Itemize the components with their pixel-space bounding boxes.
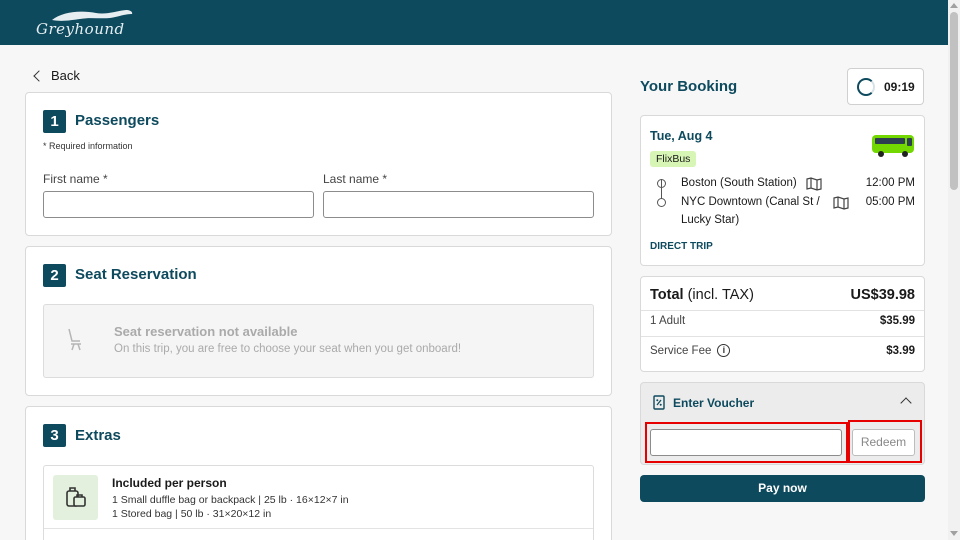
step-number-1: 1 bbox=[43, 110, 66, 133]
departure-time: 12:00 PM bbox=[865, 177, 915, 189]
map-icon[interactable] bbox=[806, 177, 822, 191]
divider bbox=[641, 336, 924, 337]
greyhound-logo[interactable]: Greyhound bbox=[34, 8, 144, 38]
passengers-title: Passengers bbox=[75, 112, 160, 129]
included-luggage: Included per person 1 Small duffle bag o… bbox=[43, 465, 594, 540]
extras-title: Extras bbox=[75, 427, 121, 444]
back-link[interactable]: Back bbox=[32, 68, 80, 83]
voucher-icon bbox=[653, 395, 665, 410]
scroll-down-arrow-icon[interactable] bbox=[950, 531, 958, 536]
included-item: 1 Small duffle bag or backpack | 25 lb ·… bbox=[112, 494, 349, 506]
highlight-box-input bbox=[645, 422, 848, 463]
back-label: Back bbox=[51, 68, 80, 83]
top-header: Greyhound bbox=[0, 0, 948, 45]
included-item: 1 Stored bag | 50 lb · 31×20×12 in bbox=[112, 508, 272, 520]
your-booking-title: Your Booking bbox=[640, 78, 738, 95]
required-note: * Required information bbox=[43, 141, 133, 151]
seat-icon bbox=[68, 328, 81, 351]
total-row: Total (incl. TAX) US$39.98 bbox=[650, 287, 915, 303]
destination-dot-icon bbox=[657, 198, 666, 207]
carrier-badge: FlixBus bbox=[650, 151, 697, 167]
origin-stop: Boston (South Station) bbox=[681, 177, 797, 189]
service-fee-label-group: Service Fee i bbox=[650, 344, 731, 357]
first-name-label: First name * bbox=[43, 172, 108, 186]
voucher-header[interactable]: Enter Voucher bbox=[653, 395, 754, 410]
divider bbox=[44, 528, 593, 529]
highlight-box-redeem bbox=[848, 420, 922, 463]
timer-ring-icon bbox=[857, 78, 875, 96]
scrollbar-thumb[interactable] bbox=[950, 12, 958, 190]
info-icon[interactable]: i bbox=[717, 344, 731, 357]
trip-type-label: DIRECT TRIP bbox=[650, 241, 713, 252]
total-label-suffix: (incl. TAX) bbox=[683, 287, 754, 303]
session-timer: 09:19 bbox=[847, 68, 924, 105]
last-name-label: Last name * bbox=[323, 172, 388, 186]
seat-unavailable-notice: Seat reservation not available On this t… bbox=[43, 304, 594, 378]
trip-date: Tue, Aug 4 bbox=[650, 129, 713, 143]
adult-fare-label: 1 Adult bbox=[650, 315, 686, 327]
seat-reservation-title: Seat Reservation bbox=[75, 266, 197, 283]
page-scrollbar[interactable] bbox=[948, 0, 960, 540]
total-label: Total (incl. TAX) bbox=[650, 287, 754, 303]
service-fee-amount: $3.99 bbox=[886, 344, 915, 357]
adult-fare-row: 1 Adult $35.99 bbox=[650, 315, 915, 327]
scroll-up-arrow-icon[interactable] bbox=[950, 3, 958, 8]
pay-now-button[interactable]: Pay now bbox=[640, 475, 925, 502]
timer-value: 09:19 bbox=[884, 80, 915, 94]
included-title: Included per person bbox=[112, 476, 227, 490]
bus-icon bbox=[872, 135, 914, 157]
service-fee-row: Service Fee i $3.99 bbox=[650, 344, 915, 357]
voucher-label: Enter Voucher bbox=[673, 395, 755, 410]
chevron-left-icon bbox=[33, 69, 45, 82]
price-summary-card: Total (incl. TAX) US$39.98 1 Adult $35.9… bbox=[640, 276, 925, 372]
luggage-icon bbox=[66, 487, 86, 507]
last-name-input[interactable] bbox=[323, 191, 594, 218]
chevron-up-icon[interactable] bbox=[900, 397, 912, 409]
step-number-2: 2 bbox=[43, 264, 66, 287]
map-icon[interactable] bbox=[833, 196, 849, 210]
seat-reservation-section: 2 Seat Reservation Seat reservation not … bbox=[25, 246, 612, 396]
service-fee-label: Service Fee bbox=[650, 344, 712, 357]
voucher-section: Enter Voucher Redeem bbox=[640, 382, 925, 465]
seat-unavailable-title: Seat reservation not available bbox=[114, 324, 298, 339]
seat-unavailable-text: On this trip, you are free to choose you… bbox=[114, 343, 462, 355]
logo-wordmark: Greyhound bbox=[36, 20, 125, 38]
arrival-time: 05:00 PM bbox=[865, 196, 915, 208]
passengers-section: 1 Passengers * Required information Firs… bbox=[25, 92, 612, 236]
trip-summary-card: Tue, Aug 4 FlixBus Boston (South Station… bbox=[640, 115, 925, 266]
destination-stop-line2: Lucky Star) bbox=[681, 214, 740, 226]
destination-stop-line1: NYC Downtown (Canal St / bbox=[681, 196, 820, 208]
first-name-input[interactable] bbox=[43, 191, 314, 218]
luggage-tile bbox=[53, 475, 98, 520]
adult-fare-amount: $35.99 bbox=[879, 315, 915, 327]
extras-section: 3 Extras Included per person 1 Small duf… bbox=[25, 406, 612, 540]
total-label-bold: Total bbox=[650, 287, 684, 303]
divider bbox=[641, 310, 924, 311]
total-amount: US$39.98 bbox=[850, 287, 916, 303]
step-number-3: 3 bbox=[43, 424, 66, 447]
